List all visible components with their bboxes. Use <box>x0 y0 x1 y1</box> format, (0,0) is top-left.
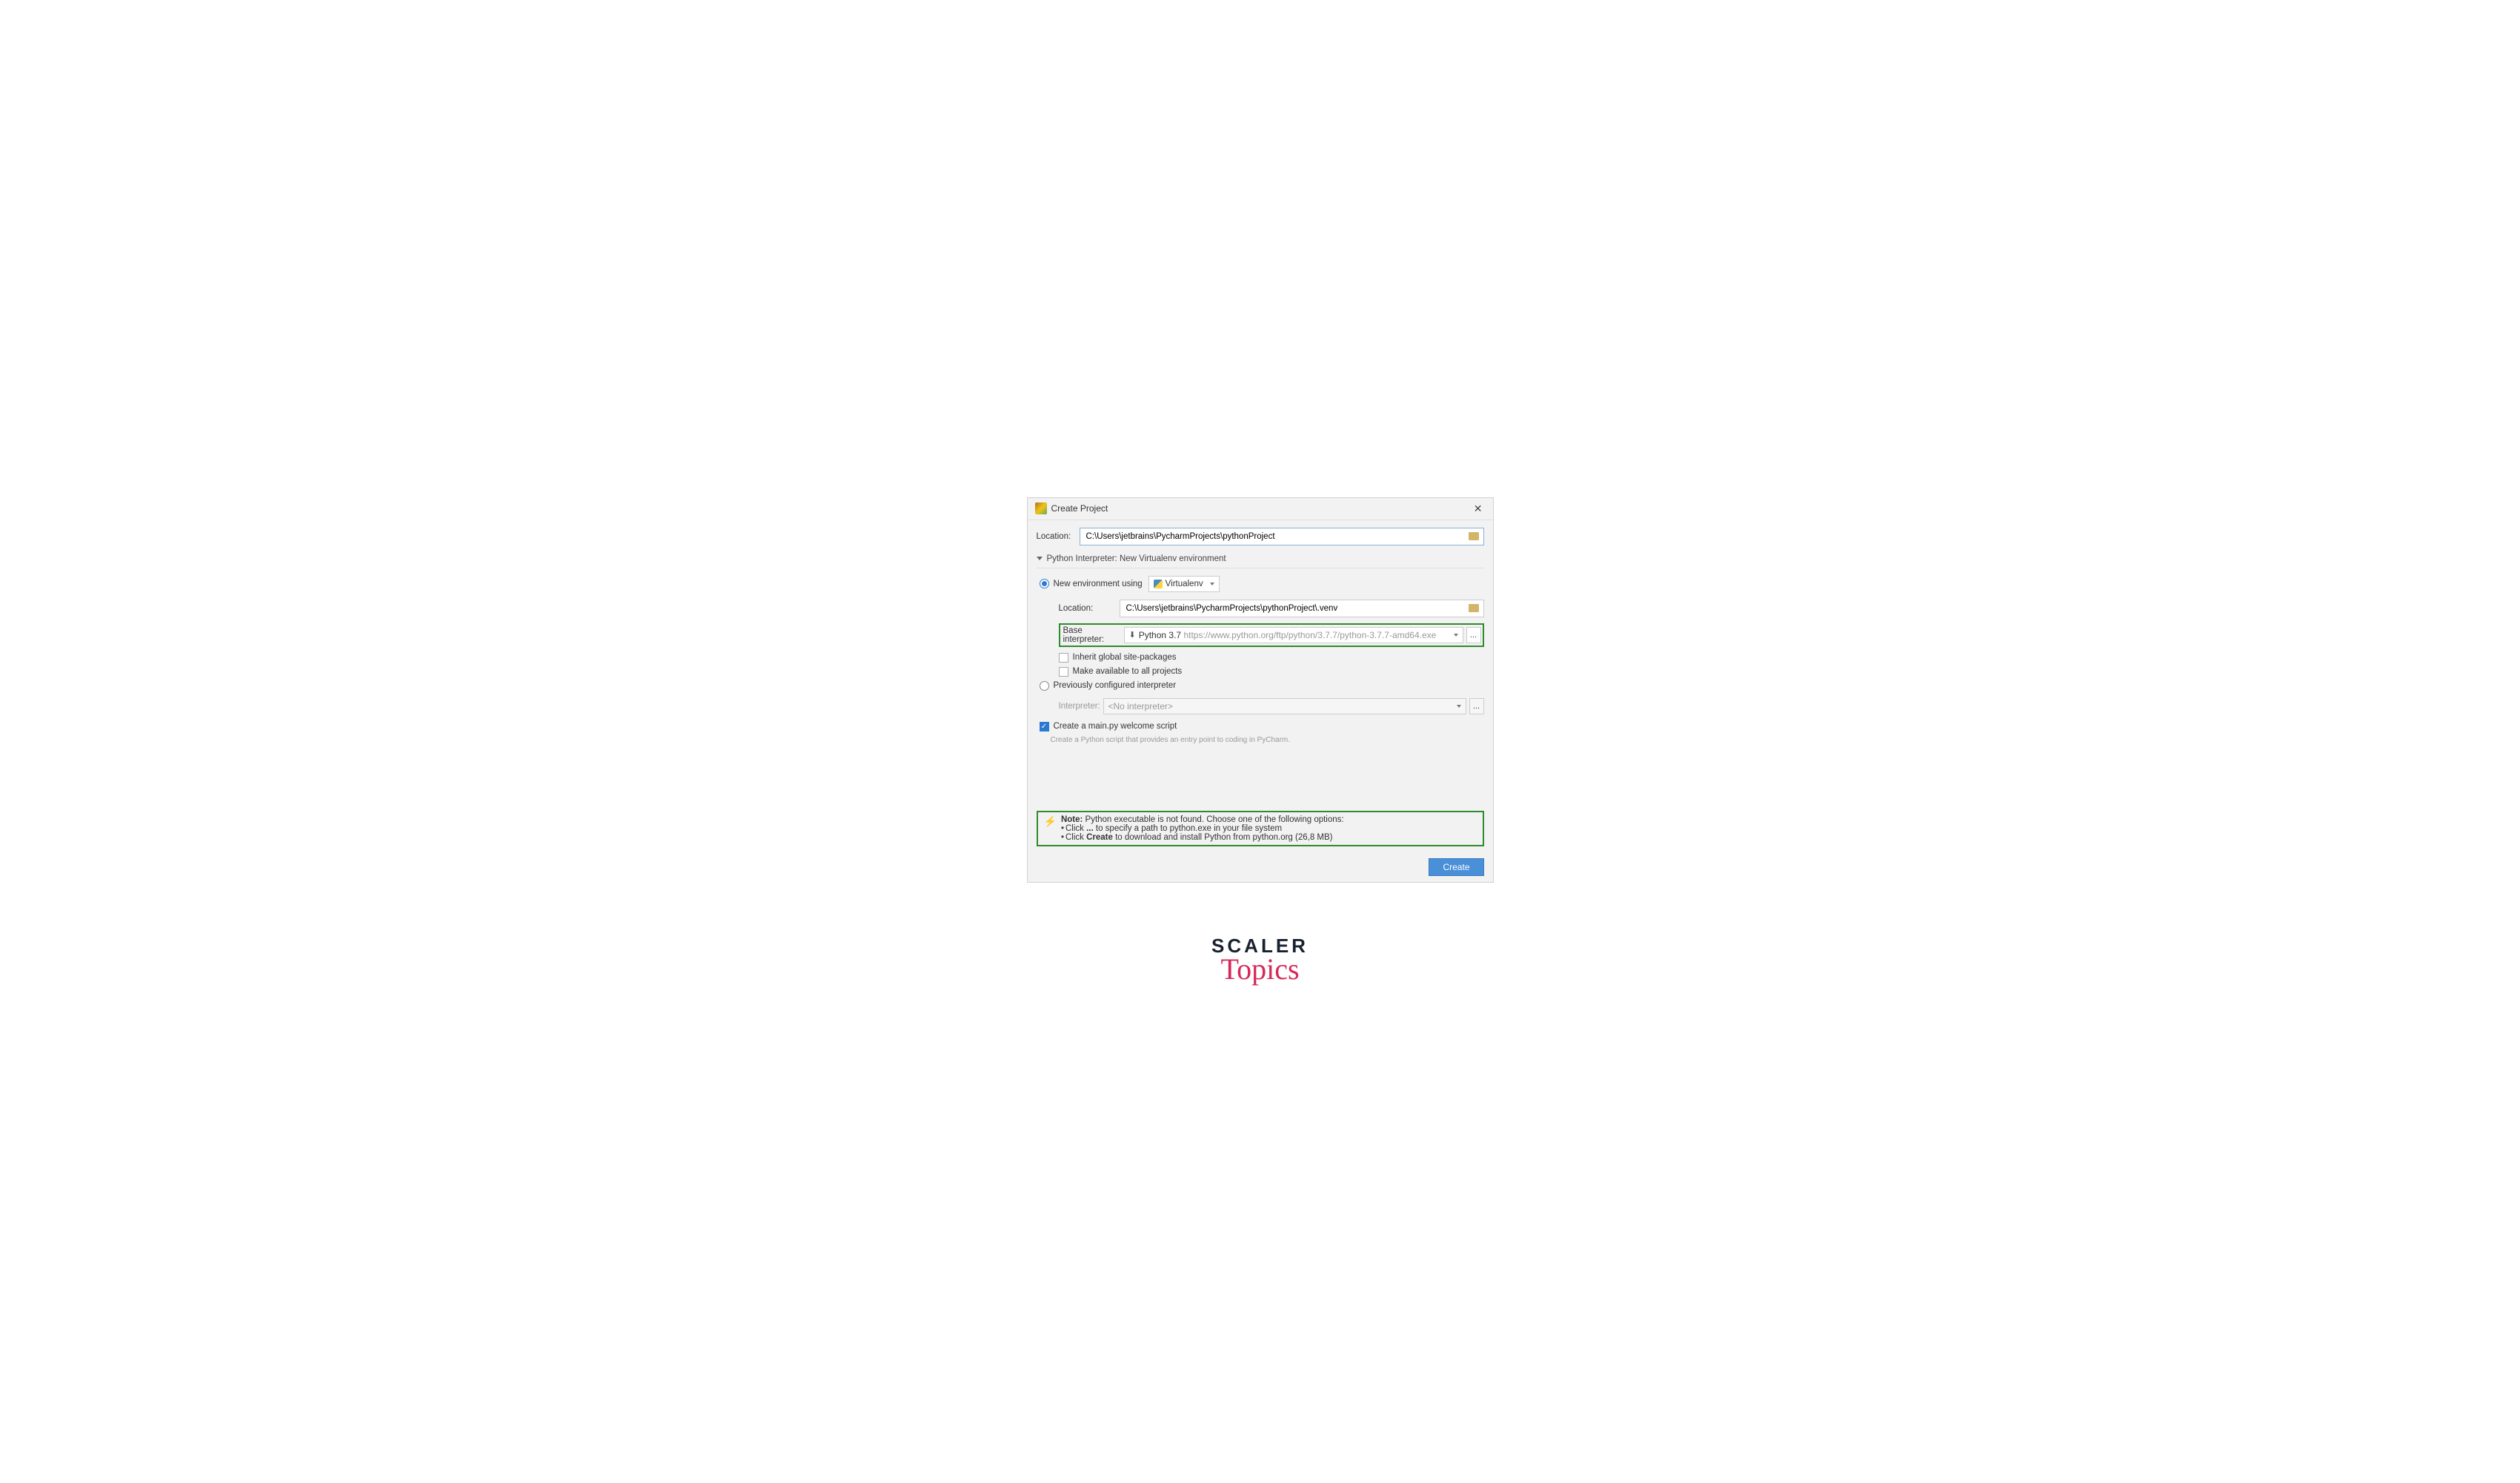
triangle-down-icon <box>1037 557 1043 560</box>
interpreter-value: <No interpreter> <box>1108 701 1173 711</box>
interpreter-browse-button[interactable]: ... <box>1469 698 1484 714</box>
browse-button[interactable]: ... <box>1466 627 1481 643</box>
note-bold: Note: <box>1061 815 1083 824</box>
note-text: Python executable is not found. Choose o… <box>1083 815 1343 824</box>
env-location-label: Location: <box>1059 604 1120 613</box>
prev-config-row: Previously configured interpreter <box>1040 681 1484 691</box>
location-input[interactable] <box>1083 532 1467 541</box>
prev-config-radio[interactable] <box>1040 681 1049 691</box>
base-interpreter-version: Python 3.7 <box>1139 630 1181 640</box>
venv-dropdown[interactable]: Virtualenv <box>1148 576 1220 592</box>
close-icon[interactable]: ✕ <box>1471 502 1486 515</box>
mainpy-checkbox[interactable]: ✓ <box>1040 722 1049 731</box>
location-input-wrap[interactable] <box>1080 528 1484 545</box>
chevron-down-icon <box>1457 705 1461 708</box>
env-settings: Location: Base interpreter: ⬇ Python 3.7… <box>1059 600 1484 677</box>
title-bar: Create Project ✕ <box>1028 498 1493 520</box>
logo-topics: Topics <box>1211 952 1309 986</box>
inherit-row: Inherit global site-packages <box>1059 653 1484 663</box>
env-location-input-wrap[interactable] <box>1120 600 1484 617</box>
venv-dropdown-label: Virtualenv <box>1166 580 1203 588</box>
mainpy-hint: Create a Python script that provides an … <box>1051 736 1484 744</box>
base-interpreter-url: https://www.python.org/ftp/python/3.7.7/… <box>1183 630 1436 640</box>
note-header: Note: Python executable is not found. Ch… <box>1061 815 1477 824</box>
python-icon <box>1154 580 1163 588</box>
available-checkbox[interactable] <box>1059 667 1068 677</box>
prev-config-label: Previously configured interpreter <box>1054 681 1177 690</box>
base-interpreter-row: Base interpreter: ⬇ Python 3.7 https://w… <box>1059 623 1484 647</box>
new-env-radio[interactable] <box>1040 579 1049 588</box>
available-label: Make available to all projects <box>1073 667 1183 676</box>
dialog-content: Location: Python Interpreter: New Virtua… <box>1028 520 1493 852</box>
env-location-row: Location: <box>1059 600 1484 617</box>
interpreter-section-header[interactable]: Python Interpreter: New Virtualenv envir… <box>1037 553 1484 568</box>
download-icon: ⬇ <box>1129 630 1136 640</box>
location-row: Location: <box>1037 528 1484 545</box>
note-lines: Note: Python executable is not found. Ch… <box>1061 815 1477 842</box>
scaler-topics-logo: SCALER Topics <box>1211 935 1309 986</box>
location-label: Location: <box>1037 532 1080 541</box>
interpreter-row: Interpreter: <No interpreter> ... <box>1059 698 1484 714</box>
folder-icon[interactable] <box>1469 532 1479 540</box>
folder-icon[interactable] <box>1469 604 1479 612</box>
lightning-icon: ⚡ <box>1044 815 1057 842</box>
note-bullet-1: Click ... to specify a path to python.ex… <box>1061 824 1477 833</box>
chevron-down-icon <box>1210 583 1214 585</box>
mainpy-label: Create a main.py welcome script <box>1054 722 1177 731</box>
note-box: ⚡ Note: Python executable is not found. … <box>1037 811 1484 846</box>
chevron-down-icon <box>1454 634 1458 637</box>
new-env-radio-row: New environment using Virtualenv <box>1040 576 1484 592</box>
create-button[interactable]: Create <box>1429 858 1483 876</box>
create-project-dialog: Create Project ✕ Location: Python Interp… <box>1027 497 1494 883</box>
inherit-label: Inherit global site-packages <box>1073 653 1177 662</box>
available-row: Make available to all projects <box>1059 667 1484 677</box>
base-interpreter-label: Base interpreter: <box>1063 626 1124 644</box>
window-title: Create Project <box>1051 503 1108 514</box>
button-row: Create <box>1028 852 1493 882</box>
env-location-input[interactable] <box>1123 604 1467 613</box>
new-env-label: New environment using <box>1054 580 1143 588</box>
interpreter-label: Interpreter: <box>1059 702 1103 711</box>
mainpy-row: ✓ Create a main.py welcome script <box>1040 722 1484 731</box>
interpreter-section-label: Python Interpreter: New Virtualenv envir… <box>1047 554 1226 563</box>
note-bullet-2: Click Create to download and install Pyt… <box>1061 833 1477 842</box>
inherit-checkbox[interactable] <box>1059 653 1068 663</box>
pycharm-icon <box>1035 502 1047 514</box>
base-interpreter-dropdown[interactable]: ⬇ Python 3.7 https://www.python.org/ftp/… <box>1124 627 1463 643</box>
interpreter-dropdown[interactable]: <No interpreter> <box>1103 698 1466 714</box>
